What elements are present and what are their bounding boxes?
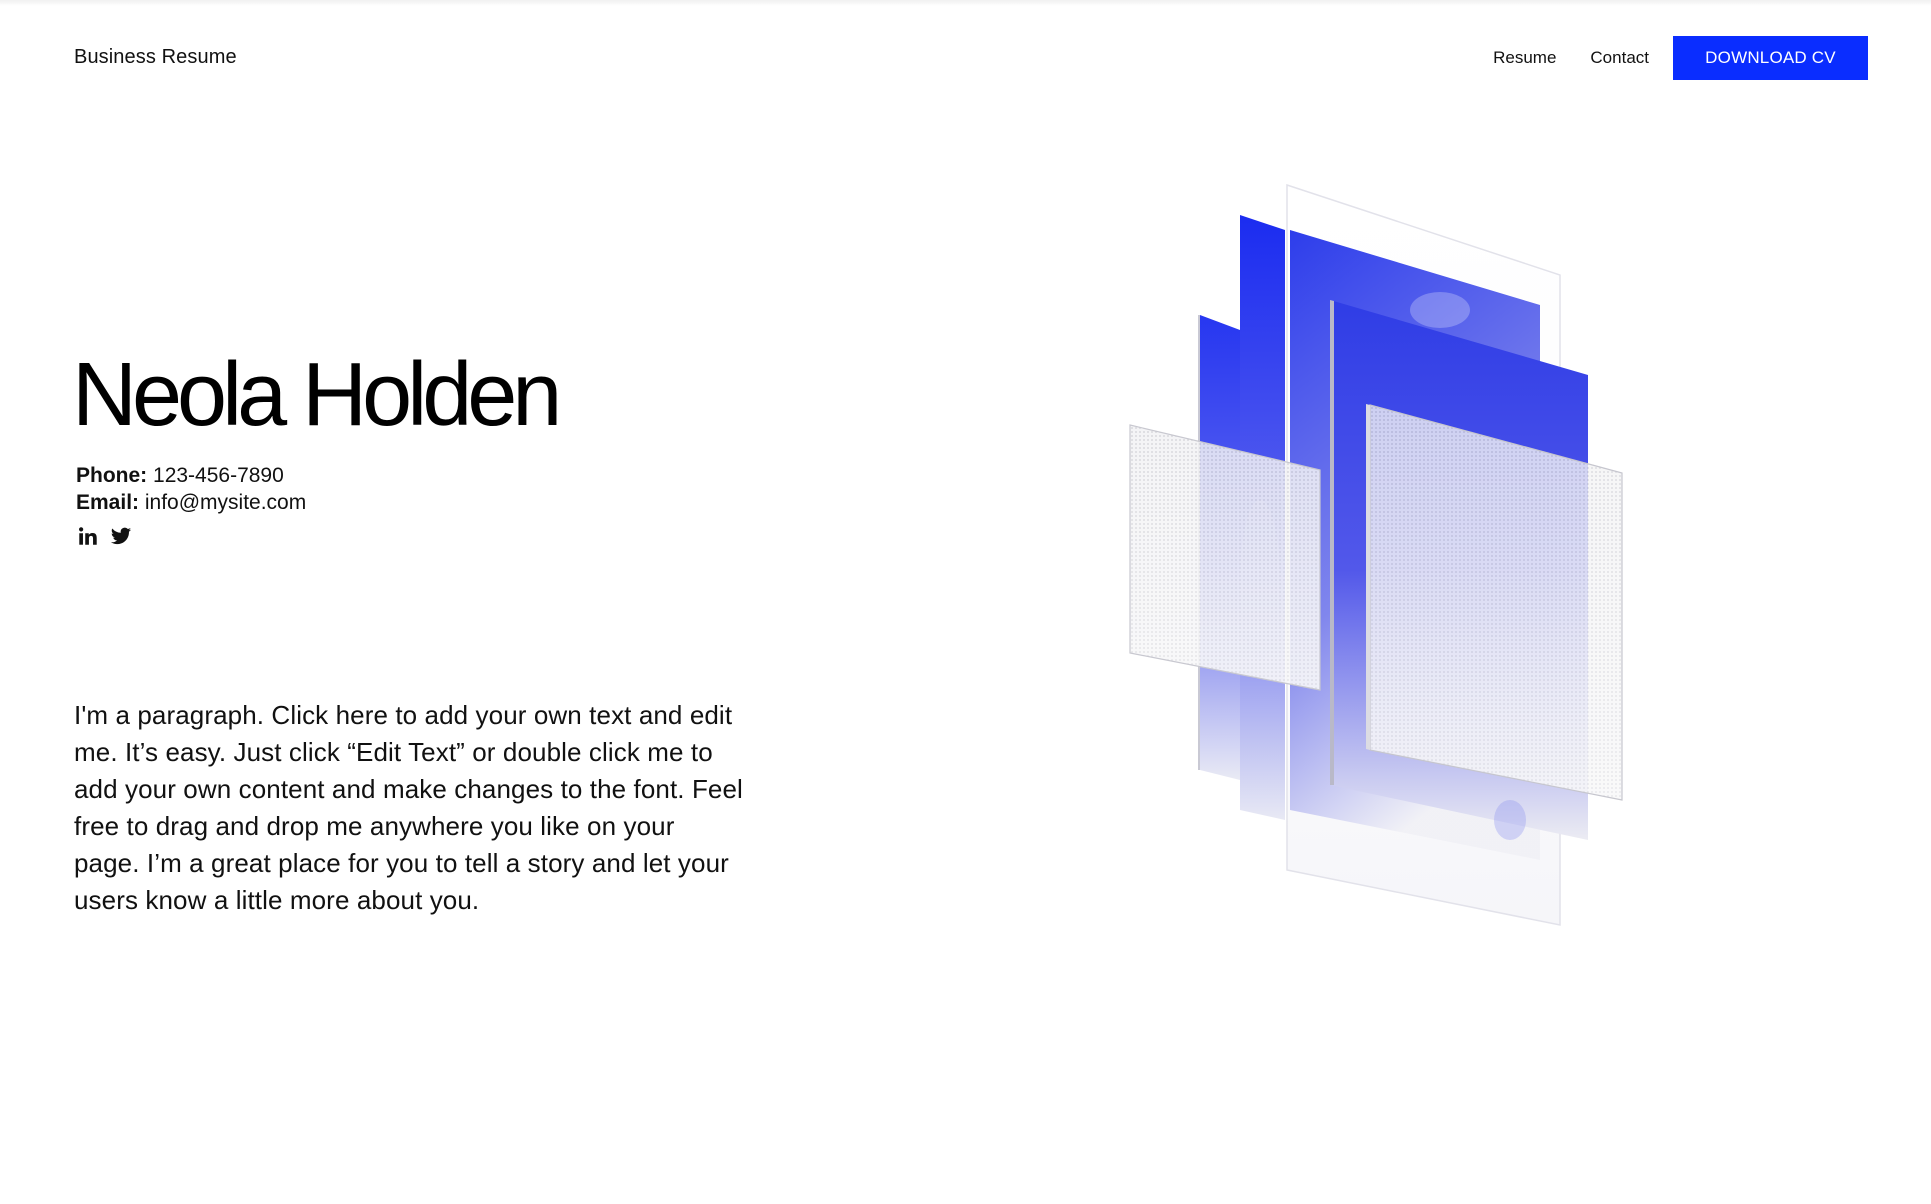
twitter-icon [110, 527, 132, 545]
layered-glass-illustration [1129, 183, 1623, 926]
page: Business Resume Resume Contact DOWNLOAD … [0, 0, 1931, 1204]
email-value: info@mysite.com [144, 491, 307, 514]
about-paragraph[interactable]: I'm a paragraph. Click here to add your … [74, 697, 744, 919]
site-brand-link[interactable]: Business Resume [74, 46, 237, 69]
twitter-link[interactable] [110, 525, 132, 547]
contact-details: Phone: 123-456-7890 Email: info@mysite.c… [76, 462, 306, 516]
phone-value: 123-456-7890 [153, 464, 284, 487]
email-label: Email: [76, 491, 140, 514]
nav-link-contact[interactable]: Contact [1590, 48, 1649, 68]
header-shadow [0, 0, 1931, 6]
phone-label: Phone: [76, 464, 148, 487]
download-cv-button[interactable]: DOWNLOAD CV [1673, 36, 1868, 80]
person-name: Neola Holden [72, 345, 562, 445]
linkedin-icon [79, 527, 97, 545]
email-line: Email: info@mysite.com [76, 489, 306, 516]
linkedin-link[interactable] [77, 525, 99, 547]
phone-line: Phone: 123-456-7890 [76, 462, 306, 489]
nav-link-resume[interactable]: Resume [1493, 48, 1556, 68]
main-nav: Resume Contact DOWNLOAD CV [1493, 36, 1868, 80]
social-links [77, 525, 132, 547]
